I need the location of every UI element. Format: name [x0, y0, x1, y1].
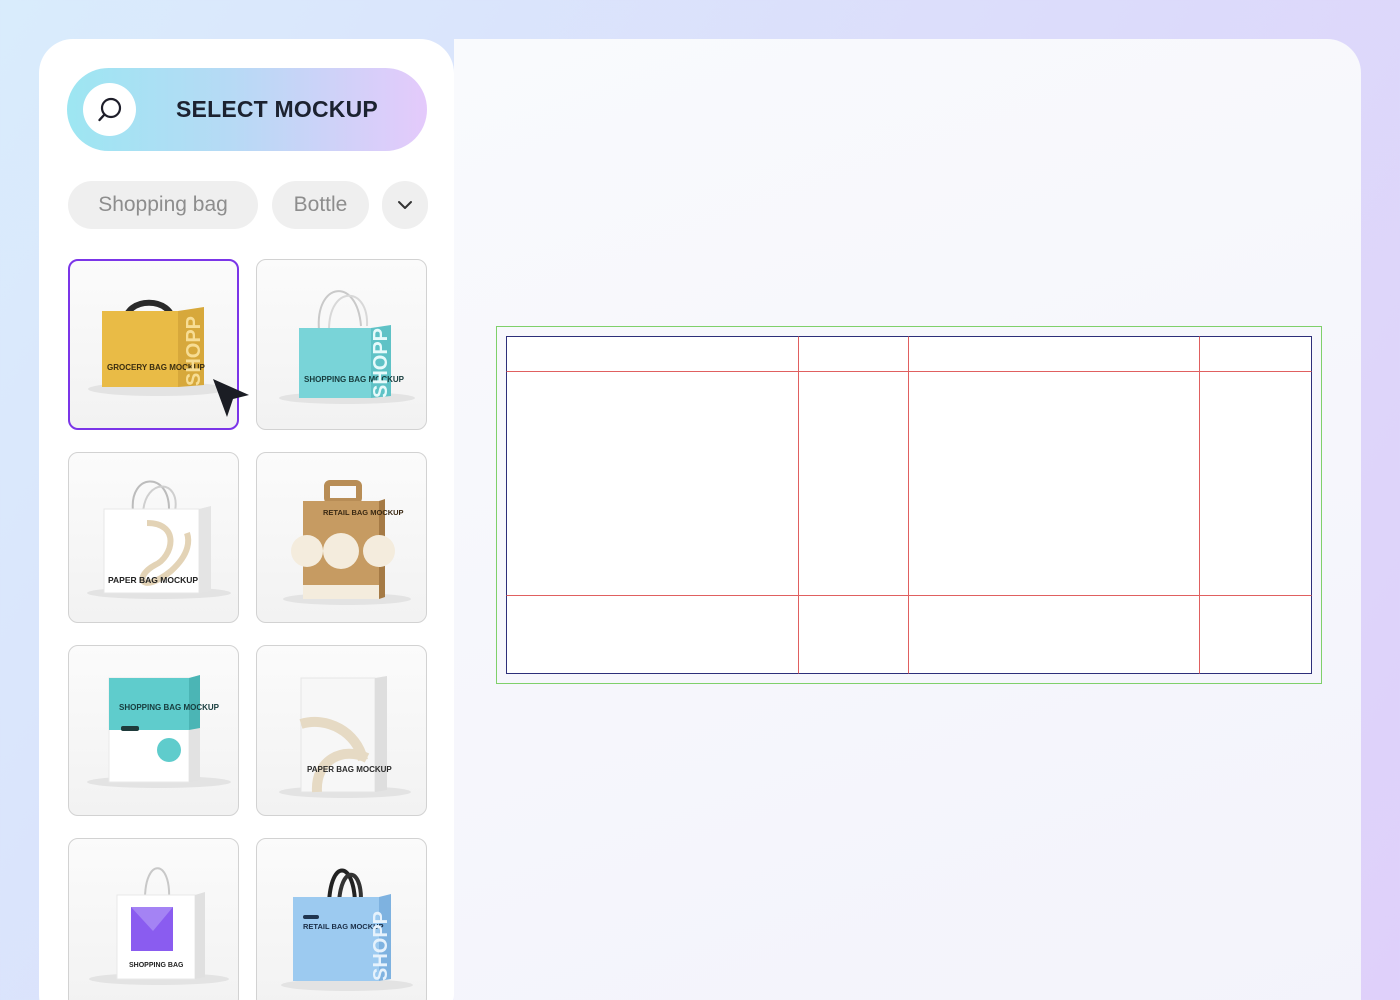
wireframe-table — [496, 326, 1322, 684]
